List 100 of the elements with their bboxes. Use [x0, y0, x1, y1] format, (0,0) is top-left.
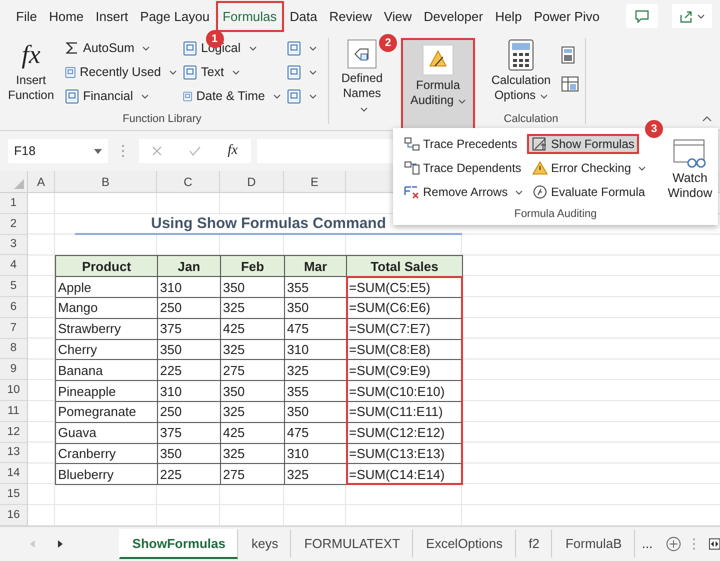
row-header[interactable]: 1 [0, 193, 28, 214]
row-header[interactable]: 14 [0, 463, 28, 484]
table-cell: Blueberry [55, 463, 158, 486]
row-header[interactable]: 16 [0, 504, 28, 526]
collapse-ribbon-icon[interactable] [702, 116, 712, 122]
table-cell: Strawberry [55, 318, 158, 340]
table-cell: 350 [220, 276, 285, 298]
row-header[interactable]: 15 [0, 484, 28, 505]
auditing-menu-item[interactable]: Show Formulas [527, 134, 640, 154]
formula-auditing-button[interactable]: Formula Auditing [401, 38, 475, 130]
sigma-icon [65, 41, 79, 55]
ribbon-tab[interactable]: View [378, 2, 418, 30]
calculation-options-button[interactable]: Calculation Options [481, 36, 561, 113]
ribbon-tab[interactable]: Data [284, 2, 324, 30]
ribbon-tab[interactable]: Formulas [216, 0, 284, 32]
drag-handle-icon[interactable] [122, 144, 125, 158]
column-header[interactable]: E [284, 171, 346, 193]
row-header[interactable]: 8 [0, 338, 28, 360]
table-cell: Mango [55, 296, 158, 319]
header-cell: Mar [284, 255, 347, 278]
table-cell: 425 [220, 318, 285, 340]
auditing-menu-item[interactable]: Trace Dependents [399, 158, 526, 178]
row-header[interactable]: 10 [0, 380, 28, 401]
row-header[interactable]: 5 [0, 276, 28, 297]
auditing-menu-item[interactable]: Evaluate Formula [527, 182, 650, 202]
ribbon-tab[interactable]: Review [323, 2, 378, 30]
group-label: Calculation [502, 113, 560, 127]
warning-icon [532, 161, 548, 175]
sheet-calculator-icon[interactable] [561, 76, 579, 92]
header-cell: Feb [220, 255, 285, 278]
row-header[interactable]: 13 [0, 442, 28, 464]
table-cell: 250 [157, 296, 221, 319]
auditing-menu-item[interactable]: Remove Arrows [399, 182, 528, 202]
sheet-tab[interactable]: keys [238, 529, 292, 558]
row-header[interactable]: 4 [0, 255, 28, 276]
row-header[interactable]: 2 [0, 214, 28, 235]
column-header[interactable]: D [220, 171, 284, 193]
auditing-menu-item[interactable]: Trace Precedents [399, 134, 522, 154]
step-badge: 2 [379, 34, 397, 52]
row-header[interactable]: 11 [0, 400, 28, 422]
table-cell: 355 [284, 276, 347, 298]
function-category-button[interactable]: AutoSum [62, 36, 180, 60]
ribbon-tab[interactable]: Insert [90, 2, 134, 30]
column-header[interactable]: A [28, 171, 55, 193]
ribbon-tab[interactable]: Home [42, 2, 90, 30]
ribbon-tab[interactable]: Developer [418, 2, 490, 30]
column-header[interactable]: C [157, 171, 220, 193]
add-sheet-icon[interactable] [666, 536, 681, 552]
drag-handle-icon[interactable] [692, 538, 695, 550]
comment-button[interactable] [626, 4, 658, 28]
insert-function-button[interactable]: fx [228, 143, 238, 159]
table-cell: 375 [157, 318, 221, 340]
row-header[interactable]: 7 [0, 318, 28, 339]
cancel-icon[interactable] [152, 146, 162, 156]
table-cell: 250 [157, 400, 221, 423]
watch-window-button[interactable]: Watch Window [665, 132, 715, 208]
table-cell: Cherry [55, 338, 158, 360]
table-cell: 350 [220, 380, 285, 402]
linked-cells-icon [404, 161, 420, 175]
table-cell: 355 [284, 380, 347, 402]
table-cell: Banana [55, 359, 158, 382]
ribbon-tab[interactable]: Power Pivo [528, 2, 606, 30]
linked-cells-icon [404, 137, 420, 151]
table-cell: Guava [55, 422, 158, 444]
sheet-tab[interactable]: f2 [516, 529, 552, 558]
header-cell: Total Sales [346, 255, 463, 278]
table-cell: 310 [157, 276, 221, 298]
row-header[interactable]: 9 [0, 359, 28, 380]
sheet-tab[interactable]: ShowFormulas [119, 528, 238, 559]
table-cell: 275 [220, 463, 285, 486]
auditing-menu-item[interactable]: Error Checking [527, 158, 652, 178]
name-box[interactable]: F18 [8, 139, 108, 163]
table-cell: 275 [220, 359, 285, 382]
share-button[interactable] [672, 4, 712, 28]
ribbon-tab[interactable]: Page Layou [134, 2, 216, 30]
function-category-button[interactable]: Date & Time [180, 84, 284, 108]
ribbon-tab[interactable]: File [10, 2, 43, 30]
split-view-icon[interactable] [708, 538, 720, 550]
sheet-tab[interactable]: FormulaB [552, 529, 635, 558]
evaluate-icon [532, 185, 548, 199]
function-category-button[interactable]: Financial [62, 84, 180, 108]
ribbon-tab[interactable]: Help [489, 2, 528, 30]
sheet-tab[interactable]: ExcelOptions [413, 529, 516, 558]
column-header[interactable]: B [55, 171, 157, 193]
function-category-button[interactable]: Text [180, 60, 284, 84]
remove-arrows-icon [404, 185, 420, 199]
next-sheet-icon[interactable] [58, 540, 64, 548]
table-cell: 325 [284, 359, 347, 382]
function-category-button[interactable]: Recently Used [62, 60, 180, 84]
table-cell: 325 [220, 296, 285, 319]
check-icon[interactable] [188, 146, 201, 156]
share-icon [679, 10, 693, 22]
sheet-tab[interactable]: FORMULATEXT [291, 529, 414, 558]
insert-function-button[interactable]: fx Insert Function [4, 36, 58, 113]
show-formulas-icon [532, 137, 548, 151]
calculator-icon[interactable] [561, 46, 575, 64]
row-header[interactable]: 12 [0, 422, 28, 443]
more-sheets-button[interactable]: ... [634, 535, 660, 552]
row-header[interactable]: 6 [0, 296, 28, 318]
row-header[interactable]: 3 [0, 234, 28, 256]
